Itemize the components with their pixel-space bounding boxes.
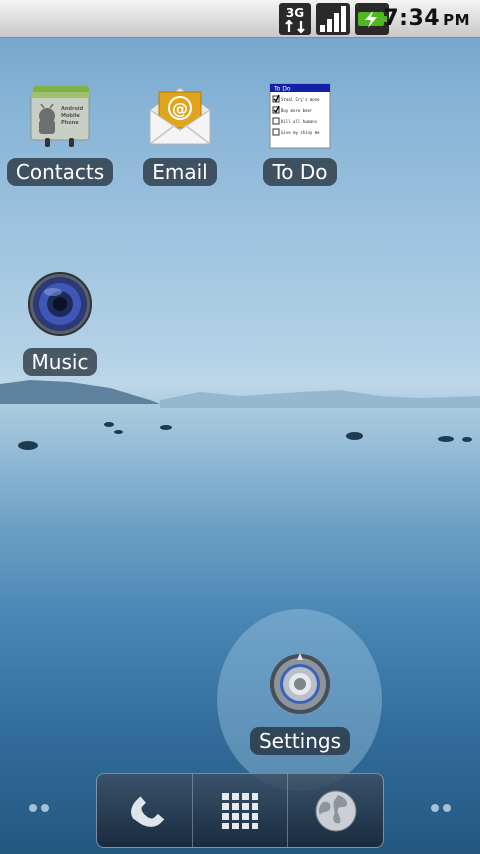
contacts-icon: Android Mobile Phone [25,82,95,152]
rock [104,422,114,427]
app-drawer-button[interactable] [191,774,288,847]
rock [114,430,123,434]
app-label: Music [22,348,98,376]
phone-button[interactable] [97,774,192,847]
todo-preview-item: Steal Cry's mone [281,97,320,102]
app-label: To Do [263,158,337,186]
music-icon [25,272,95,342]
app-todo[interactable]: To Do Steal Cry's mone Buy more beer Kil… [240,82,360,186]
wallpaper-mountains [0,380,480,408]
settings-icon [265,651,335,721]
page-indicator-right[interactable] [431,804,451,812]
app-label: Settings [249,727,351,755]
rock [18,441,38,450]
todo-preview-title: To Do [273,86,291,93]
phone-icon [131,795,165,827]
browser-button[interactable] [287,774,383,847]
page-indicator-left[interactable] [29,804,49,812]
app-music[interactable]: Music [0,272,120,376]
app-drawer-icon [222,792,258,829]
app-contacts[interactable]: Android Mobile Phone Contacts [0,82,120,186]
dock [96,773,384,848]
app-label: Email [143,158,217,186]
status-bar[interactable]: 3G 7:34 PM [0,0,480,38]
signal-strength-icon [316,3,350,35]
todo-preview-item: Buy more beer [281,108,313,113]
app-label: Contacts [6,158,114,186]
todo-icon: To Do Steal Cry's mone Buy more beer Kil… [265,82,335,152]
clock-time: 7:34 [383,6,441,31]
clock-ampm: PM [443,11,470,29]
rock [160,425,172,430]
browser-icon [315,790,357,831]
network-3g-icon: 3G [279,3,311,35]
clock: 7:34 PM [383,6,470,31]
rock [462,437,472,442]
contacts-card-line1: Android [61,106,84,112]
email-icon: @ [145,82,215,152]
rock [438,436,454,442]
app-email[interactable]: @ Email [120,82,240,186]
contacts-card-line3: Phone [61,120,79,126]
email-at-symbol: @ [172,99,188,118]
rock [346,432,363,440]
todo-preview-item: Give my shiny me [281,130,320,135]
contacts-card-line2: Mobile [61,113,80,119]
todo-preview-item: Kill all humans [281,119,318,124]
network-label: 3G [286,6,304,20]
app-settings[interactable]: Settings [240,651,360,755]
